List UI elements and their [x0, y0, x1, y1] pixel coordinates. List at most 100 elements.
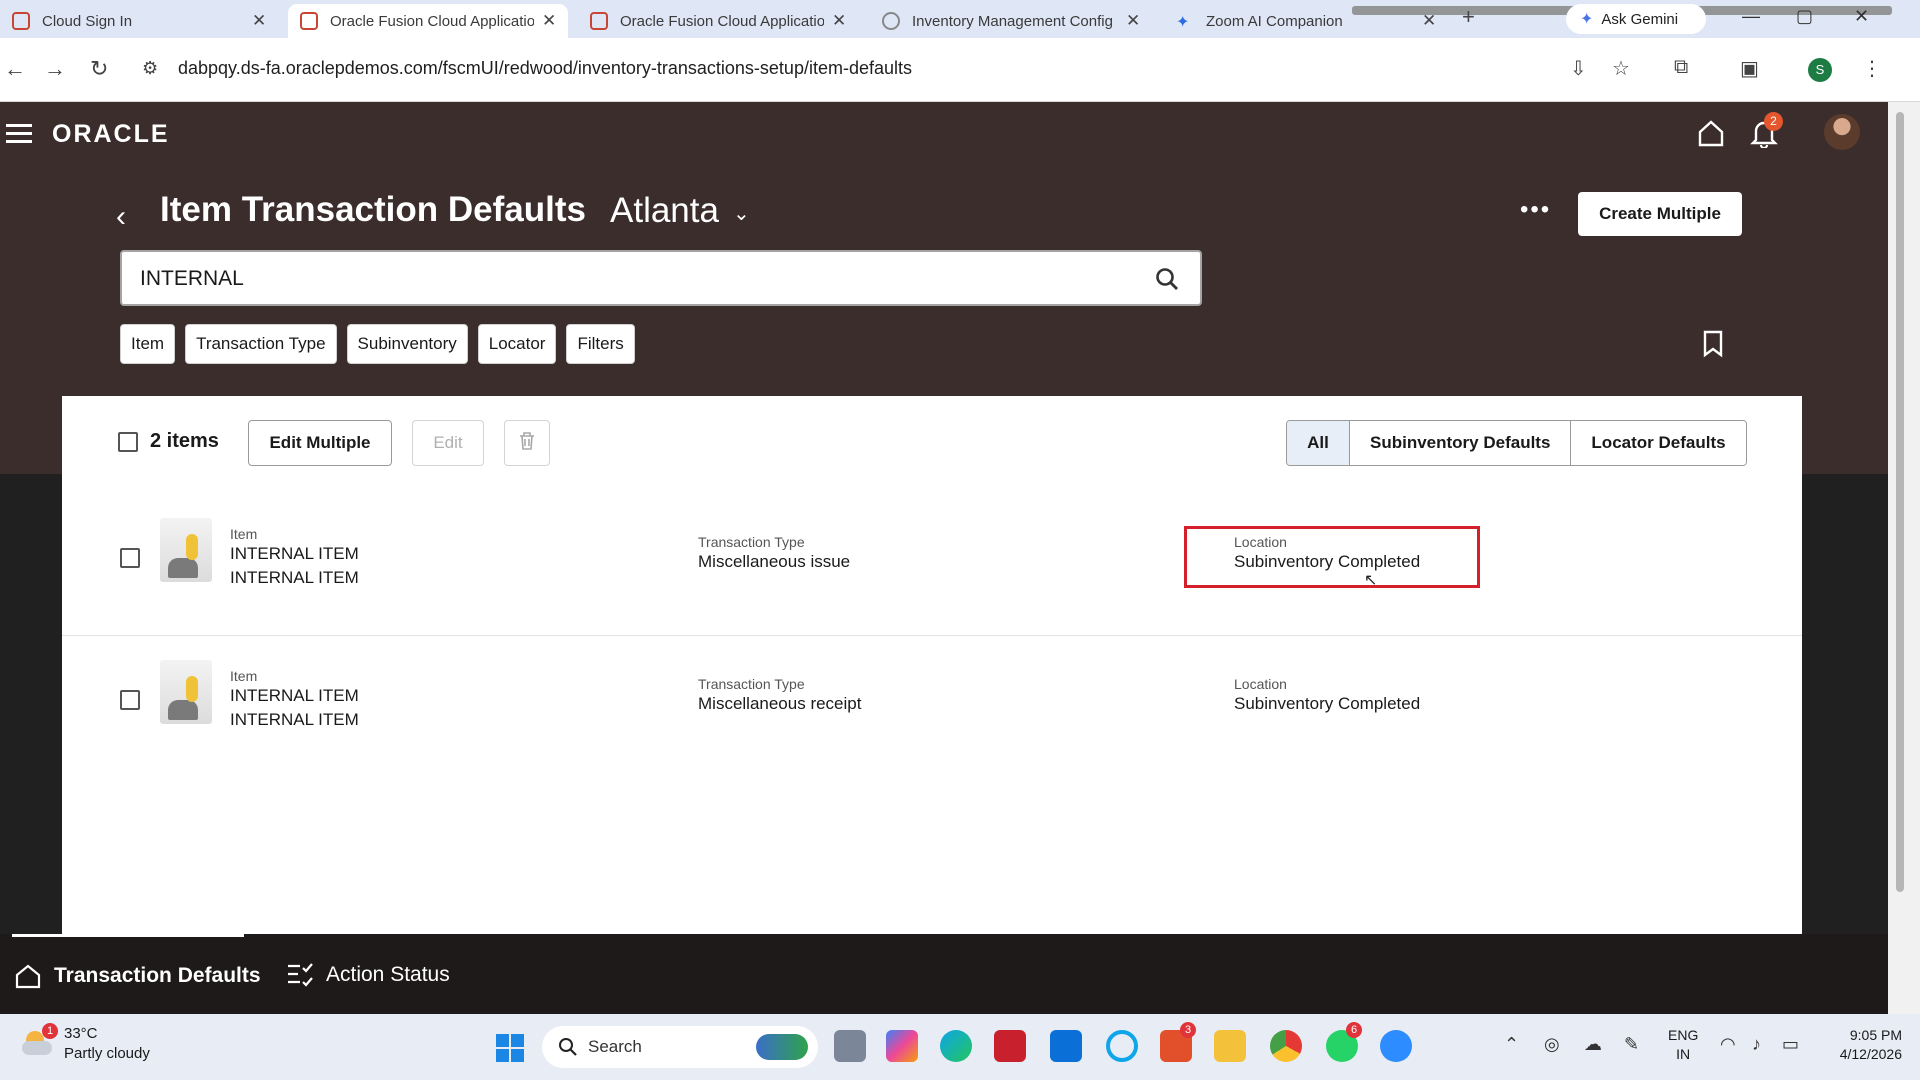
browser-toolbar: ← → ↻ ⚙ dabpqy.ds-fa.oraclepdemos.com/fs… — [0, 38, 1920, 102]
segment-locator-defaults[interactable]: Locator Defaults — [1570, 421, 1746, 465]
transaction-type-label: Transaction Type — [698, 676, 805, 692]
temperature: 33°C — [64, 1025, 98, 1042]
oracle-icon — [12, 12, 30, 30]
scrollbar-thumb[interactable] — [1896, 112, 1904, 892]
site-settings-icon[interactable]: ⚙ — [142, 58, 158, 79]
search-box[interactable] — [120, 250, 1202, 306]
battery-icon[interactable]: ▭ — [1782, 1034, 1799, 1055]
tab-title: Oracle Fusion Cloud Applicatio — [330, 12, 534, 30]
cortana-icon[interactable] — [1106, 1030, 1138, 1062]
windows-start-icon[interactable] — [496, 1034, 524, 1062]
zoom-icon[interactable] — [1380, 1030, 1412, 1062]
row-checkbox[interactable] — [120, 690, 140, 710]
list-item[interactable]: Item INTERNAL ITEM INTERNAL ITEM Transac… — [62, 636, 1802, 778]
mouse-cursor-icon: ↖ — [1364, 572, 1378, 589]
close-icon[interactable]: ✕ — [252, 11, 266, 31]
profile-avatar[interactable]: S — [1808, 58, 1832, 82]
file-explorer-icon[interactable] — [1214, 1030, 1246, 1062]
tab-inventory-config[interactable]: Inventory Management Config ✕ — [870, 4, 1152, 38]
volume-icon[interactable]: ♪ — [1752, 1034, 1761, 1055]
row-checkbox[interactable] — [120, 548, 140, 568]
whatsapp-badge: 6 — [1346, 1022, 1362, 1038]
create-multiple-button[interactable]: Create Multiple — [1578, 192, 1742, 236]
microsoft-store-icon[interactable] — [1050, 1030, 1082, 1062]
weather-widget[interactable]: 1 33°C Partly cloudy — [22, 1023, 150, 1064]
back-chevron-icon[interactable]: ‹ — [116, 200, 126, 234]
nav-action-status[interactable]: Action Status — [286, 962, 450, 988]
segment-all[interactable]: All — [1287, 421, 1349, 465]
taskbar-search[interactable]: Search — [542, 1026, 818, 1068]
delete-button[interactable] — [504, 420, 550, 466]
maximize-icon[interactable]: ▢ — [1796, 6, 1813, 27]
tab-title: Inventory Management Config — [912, 12, 1113, 30]
tab-cloud-sign-in[interactable]: Cloud Sign In ✕ — [0, 4, 278, 38]
bookmark-star-icon[interactable]: ☆ — [1612, 56, 1630, 81]
minimize-icon[interactable]: — — [1742, 6, 1760, 27]
extensions-icon[interactable]: ⧉ — [1674, 56, 1688, 79]
more-options-icon[interactable]: ••• — [1520, 196, 1551, 224]
task-view-icon[interactable] — [834, 1030, 866, 1062]
filter-chip-filters[interactable]: Filters — [566, 324, 635, 364]
search-icon[interactable] — [1154, 266, 1180, 292]
user-avatar[interactable] — [1824, 114, 1860, 150]
reload-icon[interactable]: ↻ — [90, 56, 108, 82]
weather-badge: 1 — [42, 1023, 58, 1039]
select-all-checkbox[interactable] — [118, 432, 138, 452]
location-selector[interactable]: Atlanta ⌄ — [610, 191, 750, 231]
onedrive-icon[interactable]: ☁ — [1584, 1034, 1602, 1055]
filter-chip-locator[interactable]: Locator — [477, 324, 557, 364]
address-bar[interactable]: dabpqy.ds-fa.oraclepdemos.com/fscmUI/red… — [178, 58, 912, 79]
list-item[interactable]: Item INTERNAL ITEM INTERNAL ITEM Transac… — [62, 494, 1802, 636]
oracle-logo[interactable]: ORACLE — [52, 120, 170, 149]
mcafee-icon[interactable] — [994, 1030, 1026, 1062]
menu-kebab-icon[interactable]: ⋮ — [1862, 56, 1882, 81]
close-icon[interactable]: ✕ — [832, 11, 846, 31]
taskbar-search-label: Search — [588, 1037, 642, 1056]
window-close-icon[interactable]: ✕ — [1854, 6, 1869, 27]
side-panel-icon[interactable]: ▣ — [1740, 56, 1759, 81]
region-code: IN — [1676, 1046, 1691, 1062]
transaction-type-value: Miscellaneous issue — [698, 552, 851, 571]
edit-multiple-button[interactable]: Edit Multiple — [248, 420, 392, 466]
edge-browser-icon[interactable] — [940, 1030, 972, 1062]
chevron-up-icon[interactable]: ⌃ — [1504, 1034, 1519, 1055]
transaction-type-value: Miscellaneous receipt — [698, 694, 862, 713]
back-arrow-icon[interactable]: ← — [4, 56, 26, 82]
filter-chip-subinventory[interactable]: Subinventory — [346, 324, 468, 364]
new-tab-icon[interactable]: + — [1462, 4, 1475, 30]
edit-button[interactable]: Edit — [412, 420, 484, 466]
tab-oracle-fusion[interactable]: Oracle Fusion Cloud Applicatio ✕ — [578, 4, 858, 38]
tab-oracle-fusion-active[interactable]: Oracle Fusion Cloud Applicatio ✕ — [288, 4, 568, 38]
search-highlight-icon — [756, 1034, 808, 1060]
vertical-scrollbar[interactable] — [1888, 102, 1920, 1014]
ask-gemini-button[interactable]: ✦ Ask Gemini — [1566, 4, 1706, 34]
nav-transaction-defaults[interactable]: Transaction Defaults — [14, 962, 261, 990]
filter-chip-item[interactable]: Item — [120, 324, 176, 364]
close-icon[interactable]: ✕ — [542, 11, 556, 31]
active-tab-indicator — [12, 934, 244, 937]
oracle-icon — [590, 12, 608, 30]
home-icon[interactable] — [1696, 118, 1726, 148]
tab-title: Zoom AI Companion — [1206, 12, 1343, 30]
clock-date: 4/12/2026 — [1839, 1046, 1902, 1062]
view-filter-segment: All Subinventory Defaults Locator Defaul… — [1286, 420, 1747, 466]
close-icon[interactable]: ✕ — [1126, 11, 1140, 31]
search-input[interactable] — [140, 264, 1100, 294]
hamburger-menu-icon[interactable] — [6, 124, 32, 144]
copilot-icon[interactable] — [886, 1030, 918, 1062]
filter-chips: Item Transaction Type Subinventory Locat… — [120, 324, 635, 364]
forward-arrow-icon[interactable]: → — [44, 56, 66, 82]
location-label: Atlanta — [610, 191, 719, 230]
wifi-icon[interactable]: ◠ — [1720, 1034, 1736, 1055]
bookmark-icon[interactable] — [1702, 330, 1724, 358]
language-code: ENG — [1668, 1027, 1699, 1043]
page-title: Item Transaction Defaults — [160, 190, 586, 229]
language-indicator[interactable]: ENG IN — [1668, 1026, 1698, 1064]
filter-chip-transaction-type[interactable]: Transaction Type — [185, 324, 337, 364]
install-app-icon[interactable]: ⇩ — [1570, 56, 1587, 81]
segment-subinventory-defaults[interactable]: Subinventory Defaults — [1349, 421, 1571, 465]
chrome-icon[interactable] — [1270, 1030, 1302, 1062]
pen-icon[interactable]: ✎ — [1624, 1034, 1639, 1055]
tray-app-icon[interactable]: ◎ — [1544, 1034, 1560, 1055]
system-clock[interactable]: 9:05 PM 4/12/2026 — [1826, 1026, 1902, 1064]
